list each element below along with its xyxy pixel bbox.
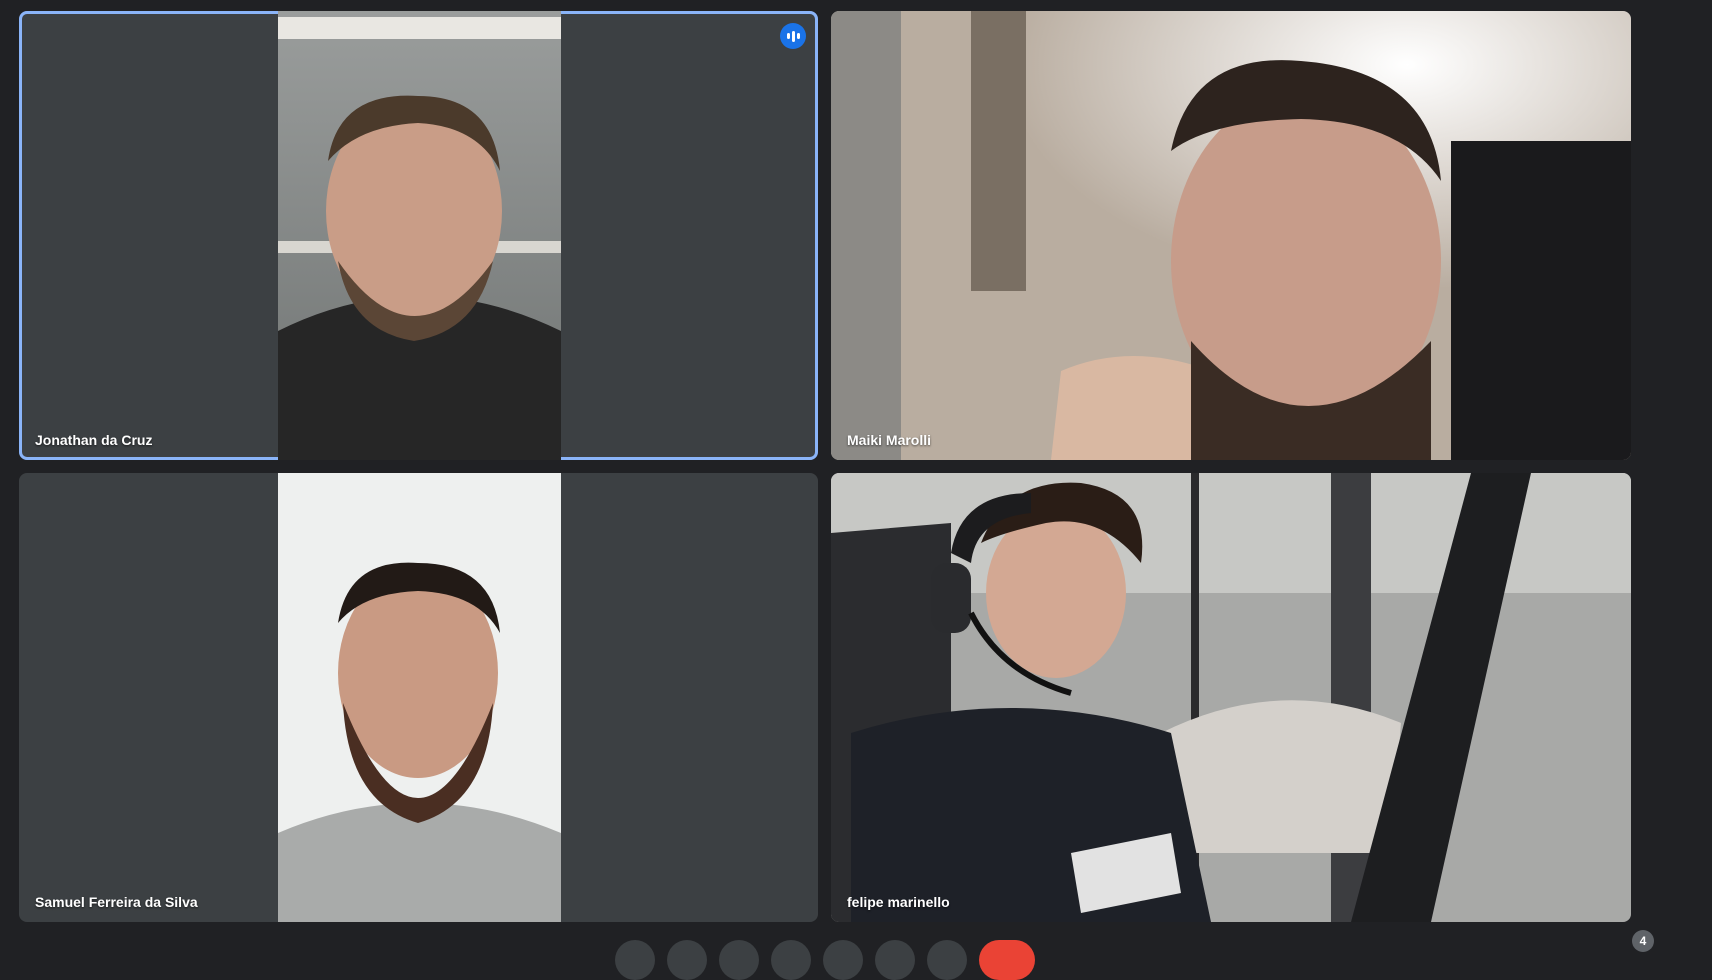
participant-tile-felipe[interactable]: felipe marinello [831,473,1631,922]
participant-video [278,473,561,922]
camera-button[interactable] [927,940,967,980]
end-call-button[interactable] [979,940,1035,980]
participant-video [831,473,1631,922]
participant-video [831,11,1631,460]
participant-tile-maiki[interactable]: Maiki Marolli [831,11,1631,460]
participant-video [278,11,561,460]
participant-name: felipe marinello [847,894,950,910]
captions-button[interactable] [667,940,707,980]
participant-name: Jonathan da Cruz [35,432,153,448]
speaking-indicator-icon [780,23,806,49]
microphone-button[interactable] [875,940,915,980]
emoji-button[interactable] [719,940,759,980]
participant-tile-samuel[interactable]: Samuel Ferreira da Silva [19,473,818,922]
raise-hand-button[interactable] [823,940,863,980]
participant-name: Samuel Ferreira da Silva [35,894,198,910]
present-button[interactable] [771,940,811,980]
participant-count-badge: 4 [1632,930,1654,952]
participant-name: Maiki Marolli [847,432,932,448]
more-options-button[interactable] [615,940,655,980]
participant-tile-jonathan[interactable]: Jonathan da Cruz [19,11,818,460]
call-controls-bar [0,940,1712,980]
